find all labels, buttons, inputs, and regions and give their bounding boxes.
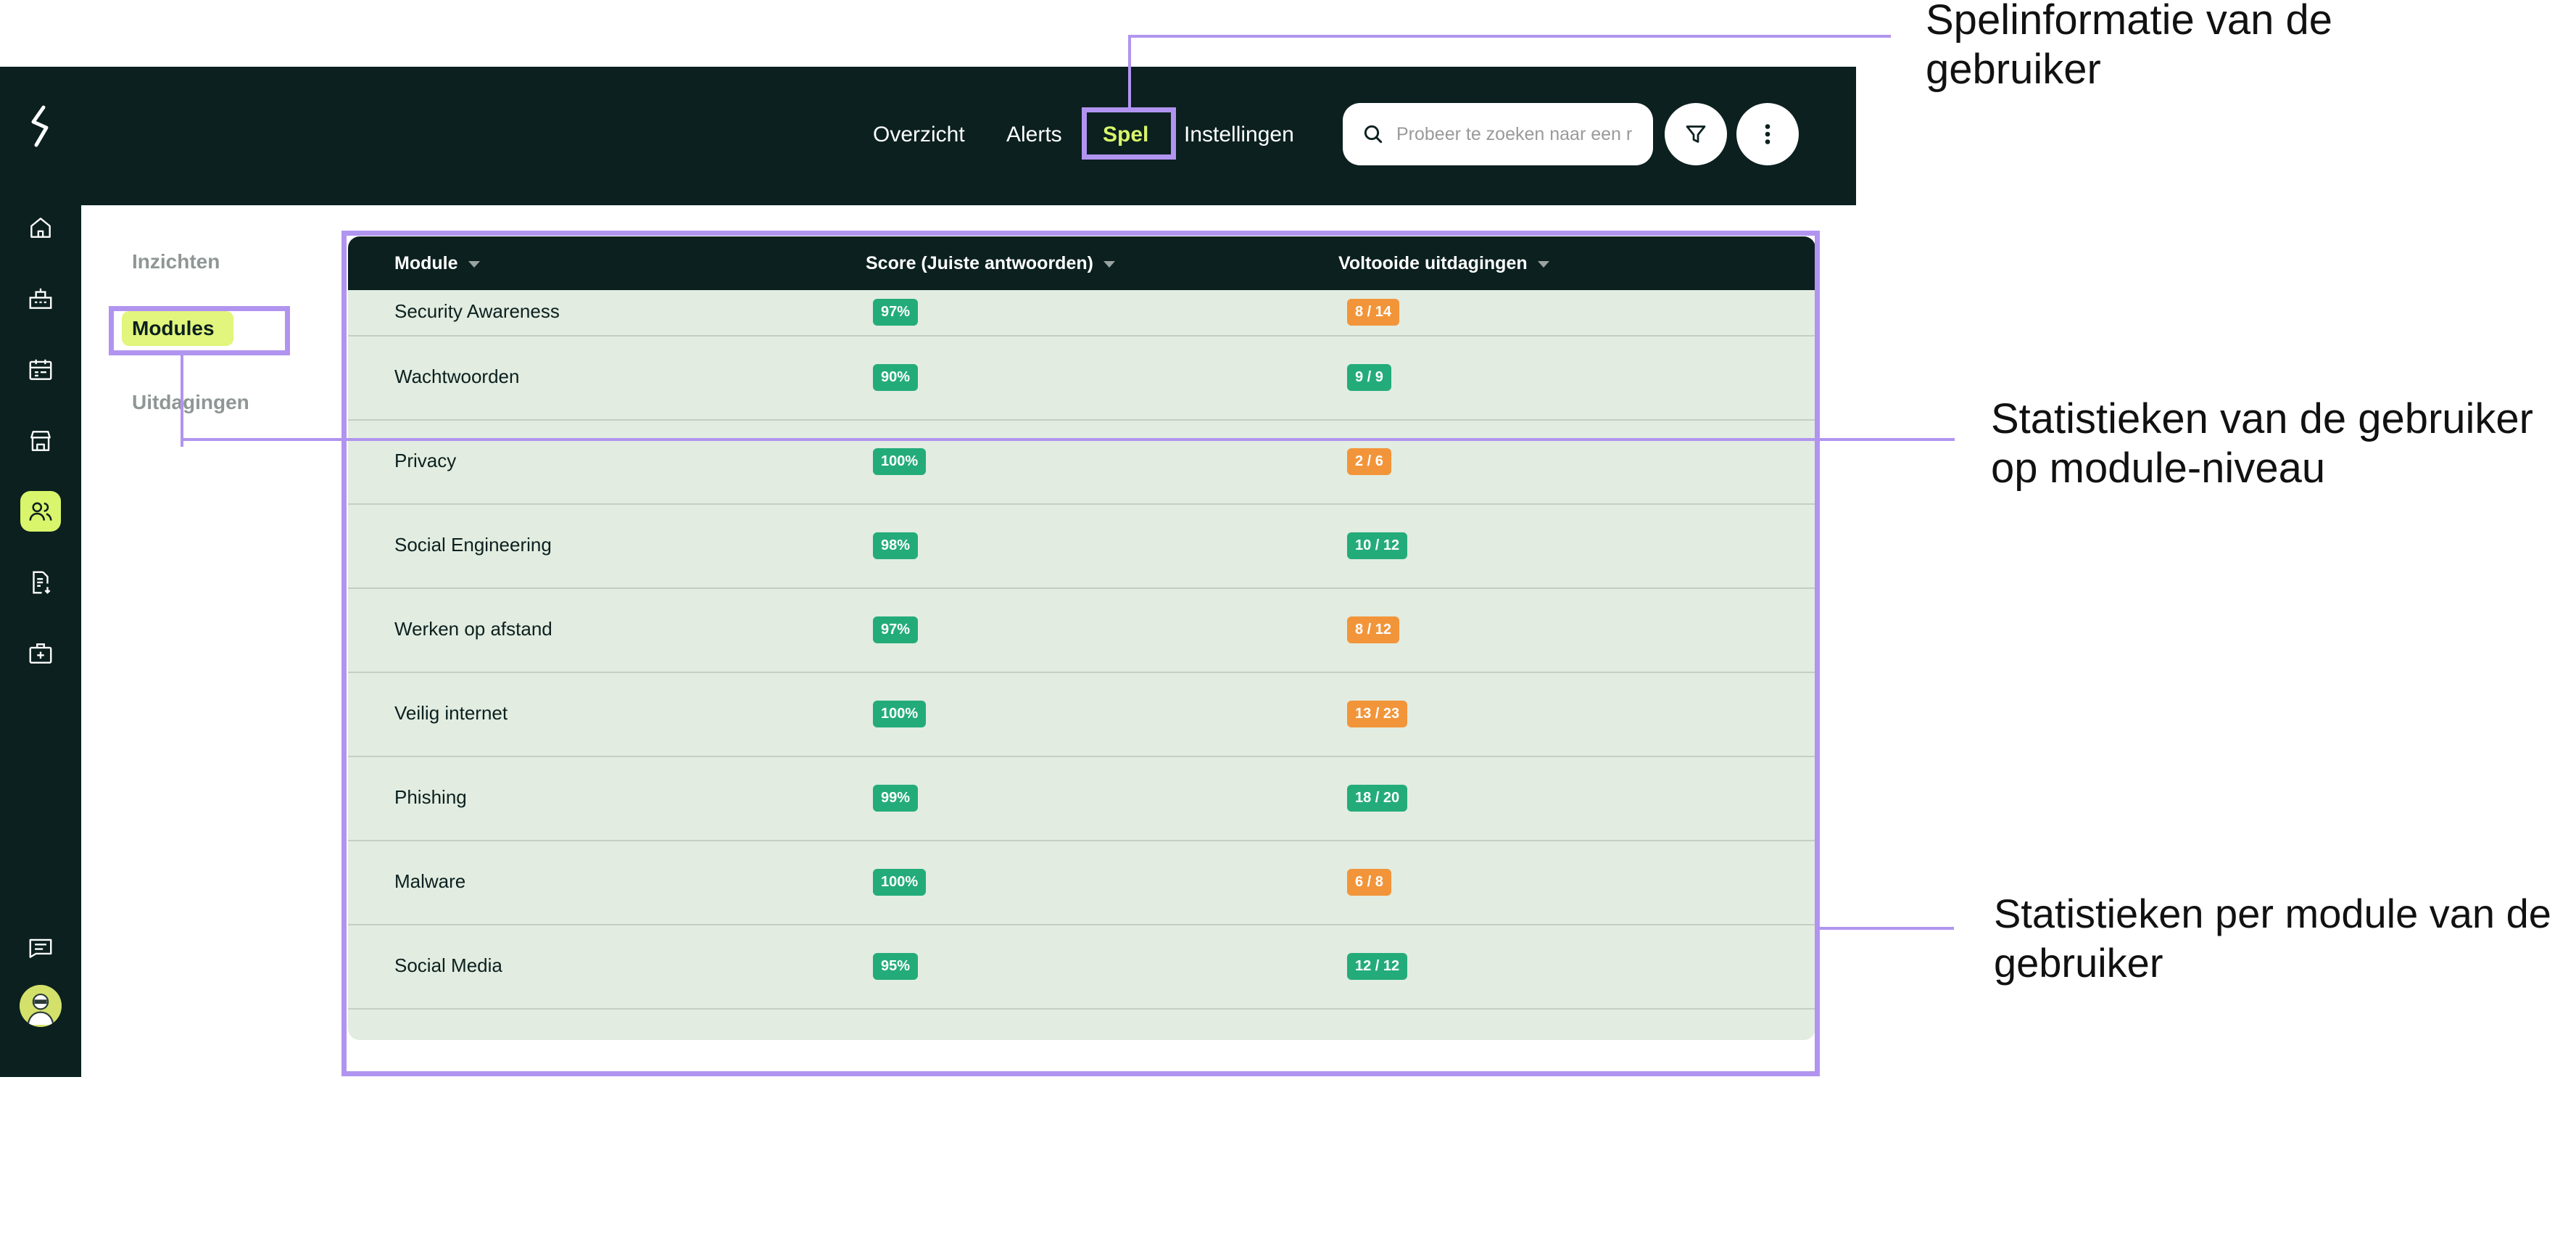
annotation-line [181, 438, 1955, 441]
more-options-button[interactable] [1736, 103, 1799, 165]
home-icon [30, 218, 51, 238]
more-vertical-icon [1765, 124, 1771, 144]
annotation-module-stats: Statistieken van de gebruiker op module-… [1991, 395, 2533, 493]
annotation-text: gebruiker [1926, 46, 2101, 93]
organization-icon [29, 288, 52, 309]
logo [31, 105, 49, 147]
subnav-inzichten[interactable]: Inzichten [132, 250, 220, 273]
subnav-uitdagingen[interactable]: Uitdagingen [132, 391, 249, 414]
medical-kit-icon [29, 643, 52, 664]
annotation-text: gebruiker [1994, 940, 2163, 986]
calendar-icon [29, 359, 52, 380]
annotation-text: Statistieken per module van de [1994, 891, 2551, 936]
tab-instellingen[interactable]: Instellingen [1184, 119, 1294, 151]
annotation-line [1820, 927, 1954, 930]
tab-alerts[interactable]: Alerts [1006, 119, 1062, 151]
annotation-line [181, 355, 183, 447]
avatar[interactable] [20, 985, 62, 1027]
sidebar-item-users[interactable] [20, 491, 61, 532]
filter-button[interactable] [1665, 103, 1727, 165]
annotation-table-stats: Statistieken per module van de gebruiker [1994, 889, 2551, 988]
store-icon [30, 431, 51, 451]
filter-icon [1686, 125, 1706, 143]
annotation-line [1128, 35, 1891, 38]
annotation-text: Spelinformatie van de [1926, 0, 2332, 44]
annotation-highlight-modules [109, 306, 290, 355]
report-icon [33, 571, 51, 594]
annotation-highlight-spel [1082, 107, 1176, 160]
chat-icon [29, 938, 52, 958]
sidebar-item-reports[interactable] [20, 562, 61, 603]
sidebar [0, 67, 81, 1077]
annotation-line [1128, 35, 1131, 107]
annotation-text: op module-niveau [1991, 445, 2326, 492]
annotation-highlight-table [341, 231, 1820, 1076]
sidebar-item-chat[interactable] [20, 928, 61, 968]
top-bar: Overzicht Alerts Spel Instellingen [0, 67, 1856, 205]
users-icon [29, 502, 52, 521]
search-input[interactable] [1396, 123, 1643, 145]
annotation-text: Statistieken van de gebruiker [1991, 395, 2533, 442]
sidebar-item-home[interactable] [20, 207, 61, 248]
sidebar-item-calendar[interactable] [20, 350, 61, 390]
search-bar[interactable] [1343, 103, 1653, 165]
sidebar-item-store[interactable] [20, 421, 61, 461]
sidebar-item-medical[interactable] [20, 633, 61, 674]
sidebar-item-organization[interactable] [20, 279, 61, 319]
user-avatar-icon [20, 985, 62, 1027]
tab-overzicht[interactable]: Overzicht [873, 119, 965, 151]
annotation-spel: Spelinformatie van de gebruiker [1926, 0, 2332, 94]
search-icon [1364, 125, 1383, 144]
